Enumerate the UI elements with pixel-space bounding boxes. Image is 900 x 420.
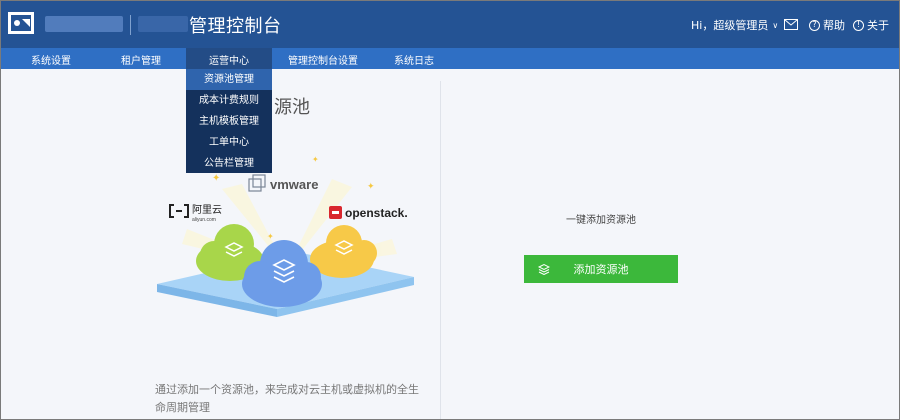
- menu-item-bulletin-management[interactable]: 公告栏管理: [186, 153, 272, 174]
- about-link[interactable]: ! 关于: [853, 17, 889, 33]
- openstack-logo: openstack.: [329, 206, 408, 220]
- product-name-obscured: [138, 16, 188, 32]
- sparkle-icon: ✦: [367, 182, 375, 192]
- nav-item-tenant-management[interactable]: 租户管理: [121, 52, 161, 67]
- add-resource-pool-button[interactable]: 添加资源池: [524, 255, 678, 283]
- help-icon: ?: [809, 19, 820, 31]
- layers-icon: [538, 263, 550, 275]
- header: 管理控制台 Hi，超级管理员 ∨ ? 帮助 ! 关于: [1, 1, 899, 48]
- svg-text:阿里云: 阿里云: [192, 204, 222, 216]
- svg-text:openstack.: openstack.: [345, 206, 408, 220]
- menu-item-ticket-center[interactable]: 工单中心: [186, 132, 272, 153]
- aliyun-logo: 阿里云 aliyun.com: [169, 204, 222, 223]
- svg-text:aliyun.com: aliyun.com: [192, 217, 216, 223]
- about-label: 关于: [867, 19, 889, 32]
- user-menu[interactable]: Hi，超级管理员 ∨: [691, 17, 778, 33]
- resource-pool-illustration: ✦ ✦ ✦ ✦ ✦: [157, 155, 414, 317]
- mail-icon[interactable]: [784, 19, 798, 30]
- nav-item-console-settings[interactable]: 管理控制台设置: [288, 52, 358, 67]
- nav-item-operations-center[interactable]: 运营中心: [209, 52, 249, 67]
- vmware-logo: vmware: [248, 174, 318, 192]
- main-nav: 系统设置 租户管理 运营中心 管理控制台设置 系统日志: [1, 48, 899, 69]
- main-content: 源池 ✦ ✦ ✦ ✦ ✦: [2, 69, 899, 419]
- app-title: 管理控制台: [189, 16, 282, 37]
- help-link[interactable]: ? 帮助: [809, 17, 845, 33]
- chevron-down-icon: ∨: [772, 20, 779, 30]
- page-title: 源池: [274, 97, 310, 118]
- svg-text:vmware: vmware: [270, 177, 318, 192]
- operations-center-dropdown: 资源池管理 成本计费规则 主机模板管理 工单中心 公告栏管理: [186, 69, 272, 173]
- resource-pool-description: 通过添加一个资源池，来完成对云主机或虚拟机的全生命周期管理: [155, 383, 419, 414]
- logo-icon: [8, 12, 34, 34]
- vertical-divider: [440, 81, 441, 419]
- sparkle-icon: ✦: [267, 232, 274, 241]
- nav-item-system-logs[interactable]: 系统日志: [394, 52, 434, 67]
- menu-item-cost-billing-rules[interactable]: 成本计费规则: [186, 90, 272, 111]
- header-divider: [130, 15, 131, 35]
- yellow-cloud-icon: [310, 225, 377, 278]
- sparkle-icon: ✦: [212, 173, 220, 184]
- sparkle-icon: ✦: [312, 155, 319, 164]
- add-pool-hint: 一键添加资源池: [566, 215, 636, 226]
- help-label: 帮助: [823, 19, 845, 32]
- add-resource-pool-label: 添加资源池: [573, 264, 629, 276]
- app-window: 管理控制台 Hi，超级管理员 ∨ ? 帮助 ! 关于 系统设置 租户管理 运营中…: [0, 0, 900, 420]
- nav-item-system-settings[interactable]: 系统设置: [31, 52, 71, 67]
- menu-item-host-template-management[interactable]: 主机模板管理: [186, 111, 272, 132]
- brand-name-obscured: [45, 16, 123, 32]
- user-greeting: Hi，超级管理员: [691, 19, 769, 32]
- menu-item-resource-pool-management[interactable]: 资源池管理: [186, 69, 272, 90]
- info-icon: !: [853, 19, 864, 31]
